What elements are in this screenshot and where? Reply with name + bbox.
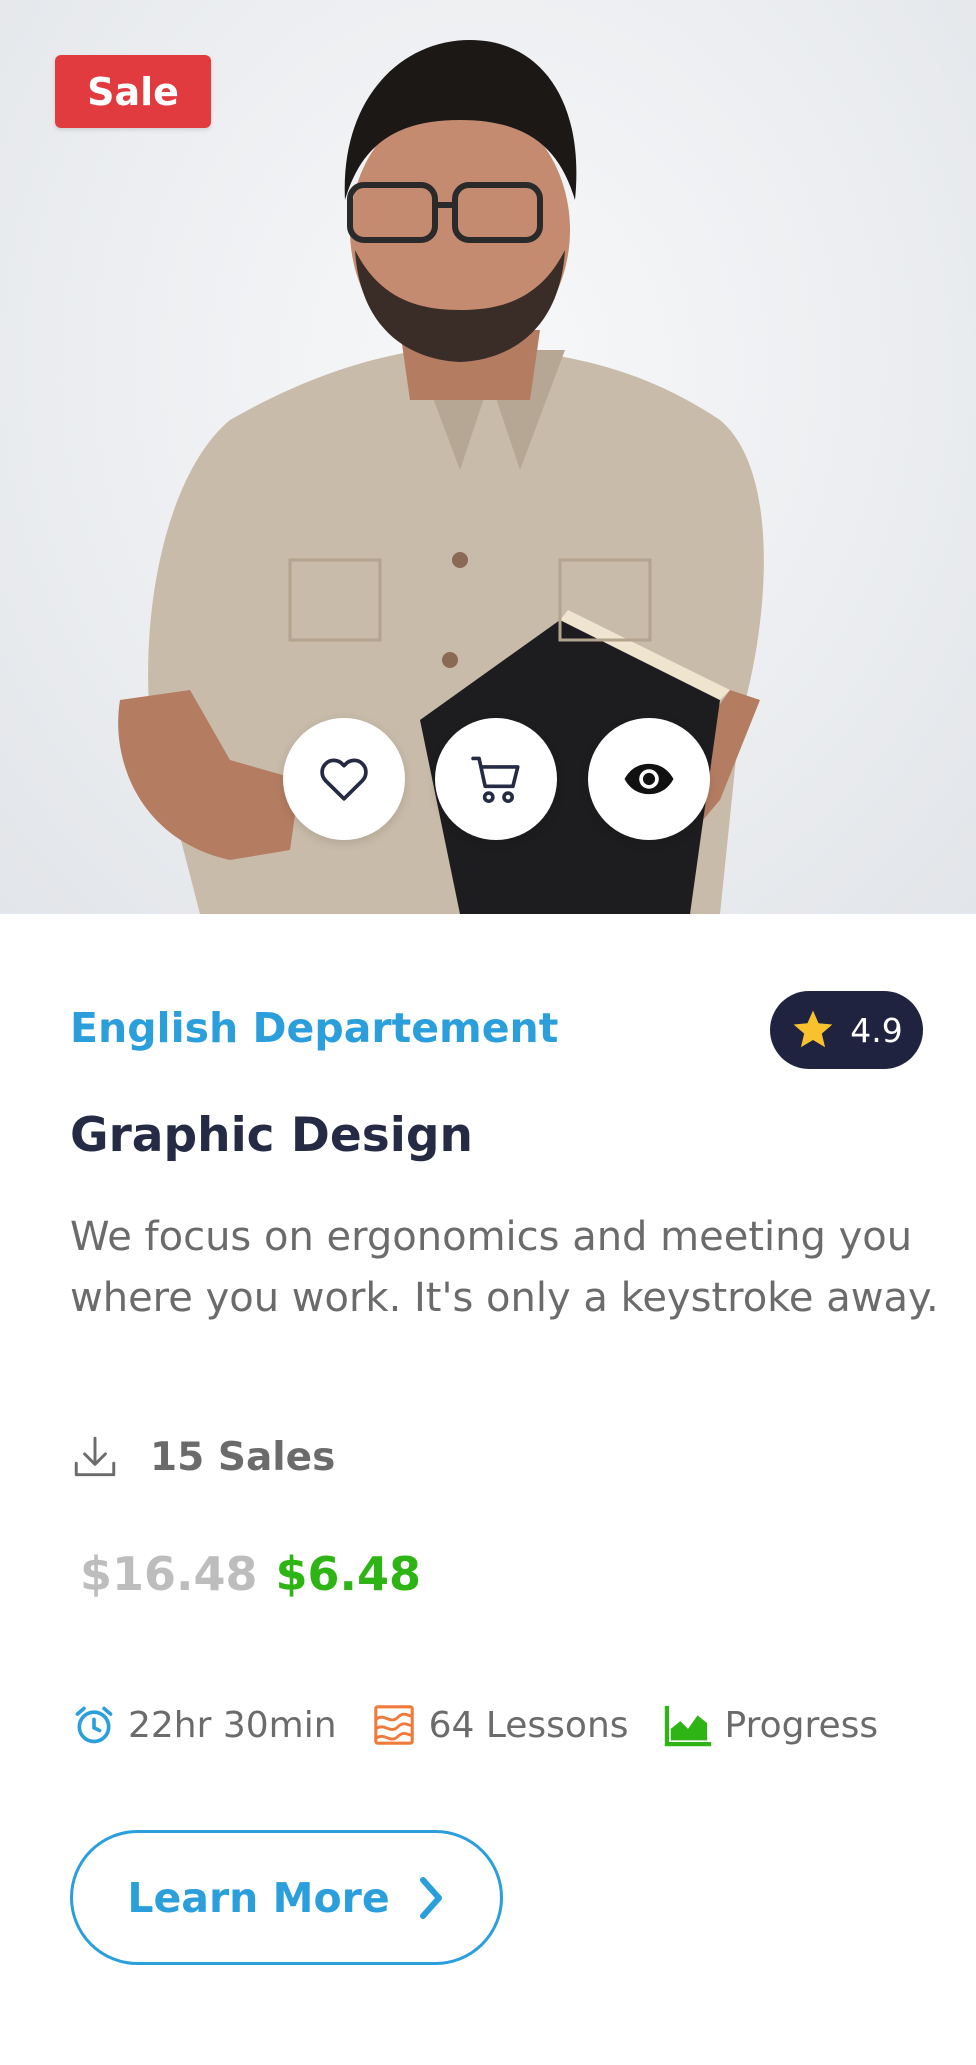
eye-icon xyxy=(624,763,674,795)
course-meta: 22hr 30min 64 Lessons Progress xyxy=(72,1702,878,1748)
duration-text: 22hr 30min xyxy=(128,1704,337,1746)
sale-badge: Sale xyxy=(55,55,211,128)
progress-meta[interactable]: Progress xyxy=(663,1702,879,1748)
progress-text: Progress xyxy=(724,1704,879,1746)
quick-view-button[interactable] xyxy=(588,718,710,840)
learn-more-button[interactable]: Learn More xyxy=(70,1830,503,1965)
layers-icon xyxy=(373,1705,414,1745)
add-to-cart-button[interactable] xyxy=(435,718,557,840)
sale-price: $6.48 xyxy=(275,1547,422,1601)
course-description: We focus on ergonomics and meeting you w… xyxy=(70,1214,939,1321)
duration-meta: 22hr 30min xyxy=(72,1703,337,1747)
rating-value: 4.9 xyxy=(850,1010,903,1050)
rating-badge: 4.9 xyxy=(770,991,923,1069)
original-price: $16.48 xyxy=(80,1547,258,1601)
department-label[interactable]: English Departement xyxy=(70,1004,558,1052)
learn-more-label: Learn More xyxy=(127,1873,390,1922)
course-image: Sale xyxy=(0,0,976,914)
lessons-meta: 64 Lessons xyxy=(371,1702,629,1748)
sales-count: 15 Sales xyxy=(70,1432,335,1482)
download-icon xyxy=(74,1436,116,1477)
course-title[interactable]: Graphic Design xyxy=(70,1108,473,1163)
heart-icon xyxy=(320,758,368,801)
area-chart-icon xyxy=(664,1705,711,1747)
sales-text: 15 Sales xyxy=(150,1434,336,1480)
favorite-button[interactable] xyxy=(283,718,405,840)
chevron-right-icon xyxy=(419,1876,442,1919)
cart-icon xyxy=(471,756,520,804)
star-icon xyxy=(793,1010,833,1048)
price-block: $16.48 $6.48 xyxy=(80,1547,421,1601)
lessons-text: 64 Lessons xyxy=(428,1704,629,1746)
alarm-clock-icon xyxy=(75,1706,113,1744)
